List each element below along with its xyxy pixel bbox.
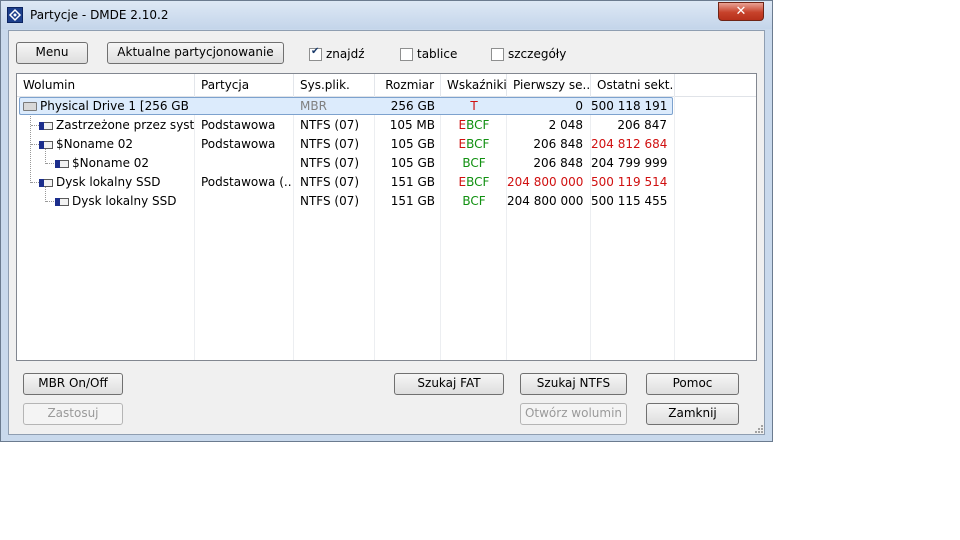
last-sector-cell: 204 812 684 [591, 137, 667, 151]
dialog-client-area: Menu Aktualne partycjonowanie znajdź tab… [8, 30, 765, 435]
tree-line [46, 201, 54, 202]
volume-cell: $Noname 02 [56, 137, 134, 151]
title-bar[interactable]: Partycje - DMDE 2.10.2 ✕ [1, 1, 772, 29]
partition-type-cell: Podstawowa (... [201, 175, 291, 189]
table-row[interactable]: Zastrzeżone przez system Podstawowa NTFS… [17, 116, 675, 135]
volume-cell: Zastrzeżone przez system [56, 118, 194, 132]
last-sector-cell: 500 115 455 [591, 194, 667, 208]
partition-type-cell: Podstawowa [201, 137, 276, 151]
flags-cell: EBCF [441, 135, 507, 154]
flags-cell: T [441, 97, 507, 116]
flags-cell: EBCF [441, 173, 507, 192]
tree-line [31, 144, 39, 145]
flag-letters-green: BCF [466, 175, 490, 189]
first-sector-cell: 206 848 [533, 137, 583, 151]
flag-letters-green: BCF [466, 118, 490, 132]
dmde-app-icon [7, 7, 23, 23]
partition-type-cell: Podstawowa [201, 118, 276, 132]
filesystem-cell: NTFS (07) [300, 194, 360, 208]
find-checkbox-box[interactable] [309, 46, 322, 61]
volume-cell: Dysk lokalny SSD [56, 175, 161, 189]
flag-letters-red: E [458, 118, 467, 132]
flag-letters-red: T [470, 99, 478, 113]
list-header: Wolumin Partycja Sys.plik. Rozmiar Wskaź… [17, 74, 756, 97]
tables-checkbox-label: tablice [417, 47, 458, 61]
table-row[interactable]: Physical Drive 1 [256 GB Cr... MBR 256 G… [17, 97, 675, 116]
partition-icon [55, 198, 69, 206]
resize-grip-icon[interactable] [754, 424, 764, 434]
flags-cell: BCF [441, 192, 507, 211]
volume-cell: $Noname 02 [72, 156, 150, 170]
first-sector-cell: 2 048 [548, 118, 583, 132]
partition-icon [39, 179, 53, 187]
column-header-flags[interactable]: Wskaźniki [441, 74, 507, 96]
details-checkbox-label: szczegóły [508, 47, 567, 61]
flag-letters-green: BCF [462, 194, 486, 208]
open-volume-button[interactable]: Otwórz wolumin [520, 403, 627, 425]
size-cell: 151 GB [390, 175, 435, 189]
find-checkbox-label: znajdź [326, 47, 365, 61]
physical-drive-icon [23, 102, 37, 111]
partition-list[interactable]: Wolumin Partycja Sys.plik. Rozmiar Wskaź… [16, 73, 757, 361]
size-cell: 105 MB [389, 118, 435, 132]
last-sector-cell: 206 847 [617, 118, 667, 132]
window-close-button[interactable]: ✕ [718, 2, 764, 21]
search-fat-button[interactable]: Szukaj FAT [394, 373, 504, 395]
filesystem-cell: NTFS (07) [300, 156, 360, 170]
size-cell: 105 GB [390, 156, 435, 170]
table-row[interactable]: $Noname 02 NTFS (07) 105 GB BCF 206 848 … [17, 154, 675, 173]
flag-letters-red: E [458, 137, 467, 151]
partition-icon [55, 160, 69, 168]
flag-letters-green: BCF [466, 137, 490, 151]
find-checkbox[interactable]: znajdź [309, 46, 365, 62]
column-header-filesystem[interactable]: Sys.plik. [294, 74, 375, 96]
volume-cell: Dysk lokalny SSD [72, 194, 177, 208]
details-checkbox[interactable]: szczegóły [491, 46, 566, 62]
column-header-last-sector[interactable]: Ostatni sekt... [591, 74, 675, 96]
tables-checkbox[interactable]: tablice [400, 46, 457, 62]
table-row[interactable]: $Noname 02 Podstawowa NTFS (07) 105 GB E… [17, 135, 675, 154]
column-header-first-sector[interactable]: Pierwszy se... [507, 74, 591, 96]
partitions-window: Partycje - DMDE 2.10.2 ✕ Menu Aktualne p… [0, 0, 773, 442]
tables-checkbox-box[interactable] [400, 47, 413, 61]
apply-button[interactable]: Zastosuj [23, 403, 123, 425]
partition-icon [39, 141, 53, 149]
table-row[interactable]: Dysk lokalny SSD Podstawowa (... NTFS (0… [17, 173, 675, 192]
flags-cell: BCF [441, 154, 507, 173]
last-sector-cell: 500 118 191 [591, 99, 667, 113]
first-sector-cell: 0 [575, 99, 583, 113]
first-sector-cell: 204 800 000 [507, 194, 583, 208]
filesystem-cell: NTFS (07) [300, 137, 360, 151]
size-cell: 105 GB [390, 137, 435, 151]
size-cell: 151 GB [390, 194, 435, 208]
help-button[interactable]: Pomoc [646, 373, 739, 395]
table-row[interactable]: Dysk lokalny SSD NTFS (07) 151 GB BCF 20… [17, 192, 675, 211]
first-sector-cell: 204 800 000 [507, 175, 583, 189]
tree-line [31, 125, 39, 126]
flag-letters-red: E [458, 175, 467, 189]
filesystem-cell: MBR [300, 99, 327, 113]
flags-cell: EBCF [441, 116, 507, 135]
column-header-size[interactable]: Rozmiar [375, 74, 441, 96]
column-header-partition[interactable]: Partycja [195, 74, 294, 96]
current-partitioning-button[interactable]: Aktualne partycjonowanie [107, 42, 284, 64]
mbr-onoff-button[interactable]: MBR On/Off [23, 373, 123, 395]
volume-cell: Physical Drive 1 [256 GB Cr... [40, 99, 192, 113]
last-sector-cell: 204 799 999 [591, 156, 667, 170]
flag-letters-green: BCF [462, 156, 486, 170]
partition-icon [39, 122, 53, 130]
first-sector-cell: 206 848 [533, 156, 583, 170]
column-header-volume[interactable]: Wolumin [17, 74, 195, 96]
filesystem-cell: NTFS (07) [300, 118, 360, 132]
menu-button[interactable]: Menu [16, 42, 88, 64]
size-cell: 256 GB [390, 99, 435, 113]
window-title: Partycje - DMDE 2.10.2 [30, 8, 169, 22]
tree-line [31, 182, 39, 183]
last-sector-cell: 500 119 514 [591, 175, 667, 189]
filesystem-cell: NTFS (07) [300, 175, 360, 189]
tree-line [46, 163, 54, 164]
search-ntfs-button[interactable]: Szukaj NTFS [520, 373, 627, 395]
close-button[interactable]: Zamknij [646, 403, 739, 425]
details-checkbox-box[interactable] [491, 47, 504, 61]
